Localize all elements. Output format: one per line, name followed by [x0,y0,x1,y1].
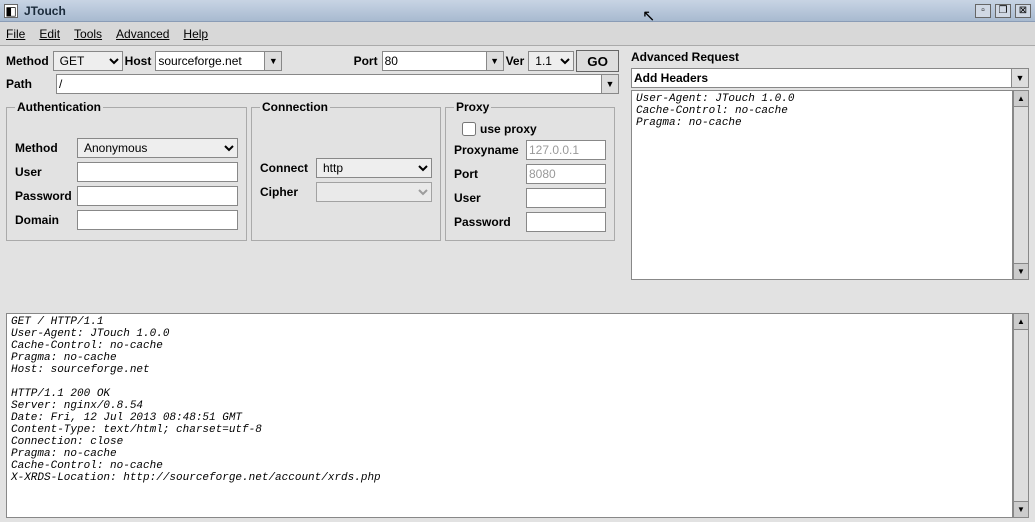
method-select[interactable]: GET [53,51,123,71]
output-scrollbar[interactable]: ▲ ▼ [1013,313,1029,518]
connection-group: Connection Connect http Cipher [251,100,441,241]
auth-method-select[interactable]: Anonymous [77,138,238,158]
scroll-up-icon[interactable]: ▲ [1014,91,1028,107]
auth-domain-input[interactable] [77,210,238,230]
use-proxy-label: use proxy [480,122,537,136]
scroll-down-icon[interactable]: ▼ [1014,501,1028,517]
proxy-group: Proxy use proxy Proxyname Port User [445,100,615,241]
headers-textarea[interactable]: User-Agent: JTouch 1.0.0 Cache-Control: … [631,90,1013,280]
path-label: Path [6,77,50,91]
menubar: File Edit Tools Advanced Help [0,22,1035,46]
path-input[interactable] [56,74,602,94]
host-input[interactable] [155,51,265,71]
add-headers-dropdown-icon[interactable]: ▼ [1011,68,1029,88]
method-label: Method [6,54,49,68]
host-dropdown-icon[interactable]: ▼ [264,51,282,71]
iconify-button[interactable]: ▫ [975,4,991,18]
proxy-user-input[interactable] [526,188,606,208]
ver-label: Ver [506,54,525,68]
close-button[interactable]: ⊠ [1015,4,1031,18]
cipher-select[interactable] [316,182,432,202]
menu-edit[interactable]: Edit [39,27,60,41]
conn-legend: Connection [260,100,330,114]
auth-user-input[interactable] [77,162,238,182]
scroll-down-icon[interactable]: ▼ [1014,263,1028,279]
menu-tools[interactable]: Tools [74,27,102,41]
scroll-up-icon[interactable]: ▲ [1014,314,1028,330]
auth-group: Authentication Method Anonymous User Pas… [6,100,247,241]
proxy-port-label: Port [454,167,526,181]
auth-password-label: Password [15,189,77,203]
port-label: Port [354,54,378,68]
add-headers-select[interactable] [631,68,1012,88]
connect-label: Connect [260,161,316,175]
output-pane[interactable]: GET / HTTP/1.1 User-Agent: JTouch 1.0.0 … [6,313,1013,518]
host-label: Host [125,54,152,68]
auth-domain-label: Domain [15,213,77,227]
maximize-button[interactable]: ❐ [995,4,1011,18]
auth-password-input[interactable] [77,186,238,206]
auth-method-label: Method [15,141,77,155]
port-input[interactable] [382,51,487,71]
auth-user-label: User [15,165,77,179]
proxy-password-input[interactable] [526,212,606,232]
menu-help[interactable]: Help [183,27,208,41]
connect-select[interactable]: http [316,158,432,178]
go-button[interactable]: GO [576,50,619,72]
proxy-user-label: User [454,191,526,205]
advanced-request-title: Advanced Request [631,50,1029,64]
proxyname-label: Proxyname [454,143,526,157]
cipher-label: Cipher [260,185,316,199]
proxy-password-label: Password [454,215,526,229]
menu-file[interactable]: File [6,27,25,41]
port-dropdown-icon[interactable]: ▼ [486,51,504,71]
headers-scrollbar[interactable]: ▲ ▼ [1013,90,1029,280]
window-title: JTouch [24,4,975,18]
app-icon: ◧ [4,4,18,18]
proxy-legend: Proxy [454,100,491,114]
titlebar: ◧ JTouch ▫ ❐ ⊠ [0,0,1035,22]
proxy-port-input[interactable] [526,164,606,184]
auth-legend: Authentication [15,100,103,114]
ver-select[interactable]: 1.1 [528,51,574,71]
path-dropdown-icon[interactable]: ▼ [601,74,619,94]
menu-advanced[interactable]: Advanced [116,27,169,41]
proxyname-input[interactable] [526,140,606,160]
use-proxy-checkbox[interactable] [462,122,476,136]
